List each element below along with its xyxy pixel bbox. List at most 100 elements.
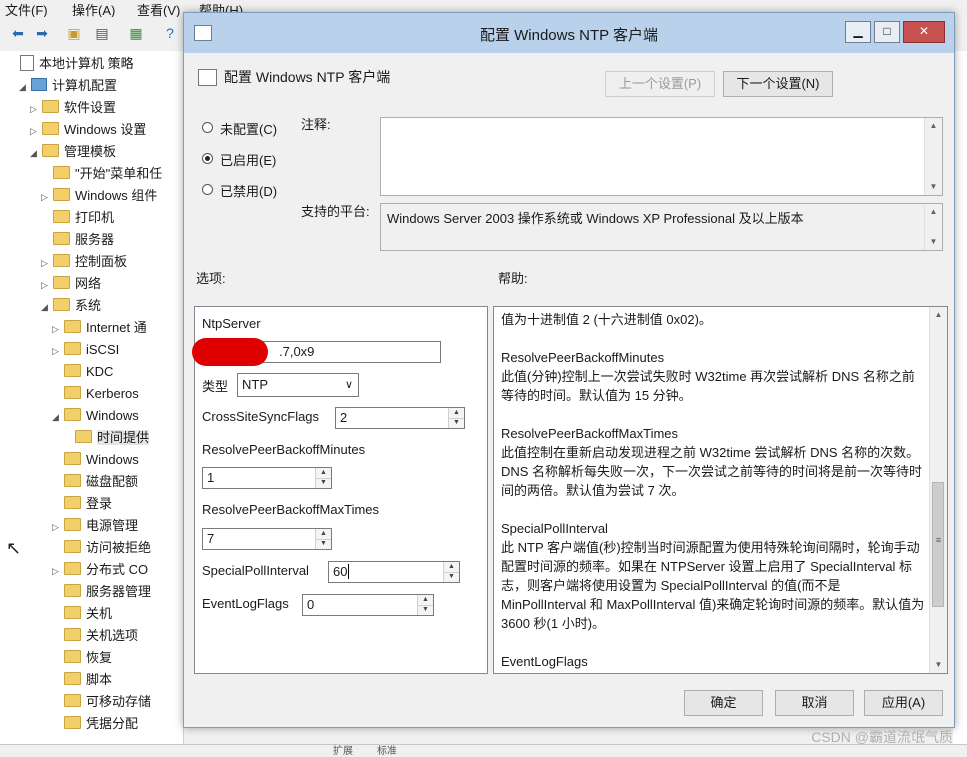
collapse-arrow-icon[interactable]: ◢	[30, 143, 42, 163]
tree-item[interactable]: 本地计算机 策略	[8, 54, 134, 74]
spin-down-icon[interactable]: ▼	[316, 539, 331, 549]
tree-item[interactable]: ▷ 软件设置	[30, 98, 116, 118]
spin-down-icon[interactable]: ▼	[316, 478, 331, 488]
tree-item[interactable]: Windows	[52, 450, 139, 470]
backoff-minutes-spinner[interactable]: ▲ ▼	[315, 468, 331, 488]
ok-button[interactable]: 确定	[684, 690, 763, 716]
expand-arrow-icon[interactable]: ▷	[52, 517, 64, 537]
collapse-arrow-icon[interactable]: ◢	[52, 407, 64, 427]
previous-setting-button[interactable]: 上一个设置(P)	[605, 71, 715, 97]
crosssite-spinner[interactable]: ▲ ▼	[448, 408, 464, 428]
help-gap	[501, 329, 926, 348]
supported-platform-label: 支持的平台:	[301, 204, 370, 219]
spin-down-icon[interactable]: ▼	[418, 605, 433, 615]
apply-button[interactable]: 应用(A)	[864, 690, 943, 716]
minimize-button[interactable]: ▁	[845, 21, 871, 43]
tree-item[interactable]: 关机	[52, 604, 112, 624]
folder-icon	[64, 650, 81, 663]
tree-item[interactable]: ▷ Windows 设置	[30, 120, 146, 140]
tree-item[interactable]: ▷ 控制面板	[41, 252, 127, 272]
tree-item[interactable]: 可移动存储	[52, 692, 151, 712]
maximize-button[interactable]: □	[874, 21, 900, 43]
type-select[interactable]: NTP ∨	[237, 373, 359, 397]
tree-item[interactable]: 打印机	[41, 208, 114, 228]
help-icon[interactable]: ?	[160, 23, 180, 43]
backoff-minutes-spinbox[interactable]: 1 ▲ ▼	[202, 467, 332, 489]
platform-scrollbar[interactable]: ▲ ▼	[924, 204, 942, 250]
folder-icon	[64, 562, 81, 575]
show-tree-icon[interactable]: ▤	[92, 23, 112, 43]
tree-item[interactable]: ▷ 电源管理	[52, 516, 138, 536]
tree-item[interactable]: Kerberos	[52, 384, 139, 404]
tree-item[interactable]: 服务器	[41, 230, 114, 250]
scroll-down-icon[interactable]: ▼	[930, 657, 947, 673]
expand-arrow-icon[interactable]: ▷	[41, 275, 53, 295]
tree-item[interactable]: ▷ 网络	[41, 274, 101, 294]
scroll-up-icon[interactable]: ▲	[925, 118, 942, 134]
tree-item[interactable]: ▷ 分布式 CO	[52, 560, 148, 580]
tree-item[interactable]: ◢ 管理模板	[30, 142, 116, 162]
tree-item[interactable]: "开始"菜单和任	[41, 164, 162, 184]
radio-enabled-label[interactable]: 已启用(E)	[220, 150, 276, 169]
redaction-mark	[192, 338, 268, 366]
expand-arrow-icon[interactable]: ▷	[30, 121, 42, 141]
tree-item[interactable]: ▷ Internet 通	[52, 318, 147, 338]
eventlog-spinbox[interactable]: 0 ▲ ▼	[302, 594, 434, 616]
tree-item[interactable]: 恢复	[52, 648, 112, 668]
next-setting-button[interactable]: 下一个设置(N)	[723, 71, 833, 97]
radio-disabled[interactable]	[202, 184, 213, 195]
forward-arrow-icon[interactable]: ➡	[32, 23, 52, 43]
collapse-arrow-icon[interactable]: ◢	[19, 77, 31, 97]
backoff-maxtimes-spinbox[interactable]: 7 ▲ ▼	[202, 528, 332, 550]
expand-arrow-icon[interactable]: ▷	[41, 187, 53, 207]
tree-item[interactable]: 凭据分配	[52, 714, 138, 734]
crosssite-spinbox[interactable]: 2 ▲ ▼	[335, 407, 465, 429]
scroll-up-icon[interactable]: ▲	[925, 204, 942, 220]
supported-platform-text: Windows Server 2003 操作系统或 Windows XP Pro…	[387, 211, 804, 226]
close-button[interactable]: ✕	[903, 21, 945, 43]
back-arrow-icon[interactable]: ⬅	[8, 23, 28, 43]
up-folder-icon[interactable]: ▣	[64, 23, 84, 43]
tree-item[interactable]: 访问被拒绝	[52, 538, 151, 558]
help-label: 帮助:	[498, 271, 528, 286]
scroll-down-icon[interactable]: ▼	[925, 179, 942, 195]
tree-item[interactable]: 时间提供	[63, 428, 150, 448]
eventlog-label: EventLogFlags	[202, 596, 289, 611]
tree-item[interactable]: ◢ 系统	[41, 296, 101, 316]
expand-arrow-icon[interactable]: ▷	[52, 561, 64, 581]
tree-item[interactable]: 磁盘配额	[52, 472, 138, 492]
expand-arrow-icon[interactable]: ▷	[52, 341, 64, 361]
radio-disabled-label[interactable]: 已禁用(D)	[220, 181, 277, 200]
radio-not-configured[interactable]	[202, 122, 213, 133]
tree-item[interactable]: 登录	[52, 494, 112, 514]
computer-icon	[31, 78, 47, 91]
expand-arrow-icon[interactable]: ▷	[30, 99, 42, 119]
help-scrollbar[interactable]: ▲ ≡ ▼	[929, 307, 947, 673]
tree-item[interactable]: ▷ iSCSI	[52, 340, 119, 360]
spin-down-icon[interactable]: ▼	[449, 418, 464, 428]
scroll-up-icon[interactable]: ▲	[930, 307, 947, 323]
tree-item[interactable]: KDC	[52, 362, 113, 382]
special-poll-label: SpecialPollInterval	[202, 563, 309, 578]
cancel-button[interactable]: 取消	[775, 690, 854, 716]
radio-enabled[interactable]	[202, 153, 213, 164]
tree-item[interactable]: 服务器管理	[52, 582, 151, 602]
tree-item[interactable]: ◢ Windows	[52, 406, 139, 426]
tree-item[interactable]: ◢ 计算机配置	[19, 76, 117, 96]
export-list-icon[interactable]: ▦	[126, 23, 146, 43]
spin-down-icon[interactable]: ▼	[444, 572, 459, 582]
collapse-arrow-icon[interactable]: ◢	[41, 297, 53, 317]
radio-not-configured-label[interactable]: 未配置(C)	[220, 119, 277, 138]
backoff-maxtimes-spinner[interactable]: ▲ ▼	[315, 529, 331, 549]
scroll-down-icon[interactable]: ▼	[925, 234, 942, 250]
expand-arrow-icon[interactable]: ▷	[52, 319, 64, 339]
comment-scrollbar[interactable]: ▲ ▼	[924, 118, 942, 195]
eventlog-spinner[interactable]: ▲ ▼	[417, 595, 433, 615]
tree-item[interactable]: 脚本	[52, 670, 112, 690]
tree-item[interactable]: ▷ Windows 组件	[41, 186, 157, 206]
expand-arrow-icon[interactable]: ▷	[41, 253, 53, 273]
special-poll-spinner[interactable]: ▲ ▼	[443, 562, 459, 582]
comment-textarea[interactable]: ▲ ▼	[380, 117, 943, 196]
tree-item[interactable]: 关机选项	[52, 626, 138, 646]
special-poll-spinbox[interactable]: 60 ▲ ▼	[328, 561, 460, 583]
